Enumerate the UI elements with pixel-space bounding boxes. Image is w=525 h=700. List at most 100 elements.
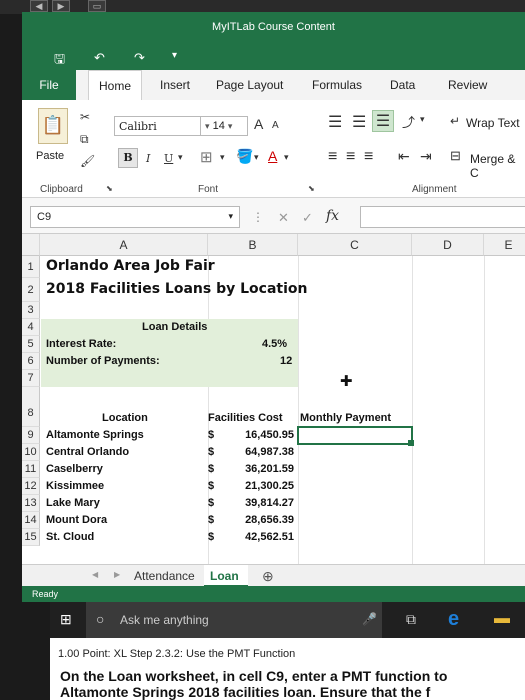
tab-formulas[interactable]: Formulas: [312, 78, 362, 92]
undo-icon[interactable]: ↶: [94, 50, 105, 66]
font-color-dropdown-icon[interactable]: ▾: [284, 152, 289, 163]
cost-cell[interactable]: 21,300.25: [234, 480, 294, 492]
cost-cell[interactable]: 64,987.38: [234, 446, 294, 458]
enter-check-icon[interactable]: ✓: [302, 210, 313, 226]
save-icon[interactable]: 🖫: [54, 50, 65, 72]
row-header-11[interactable]: 11: [22, 461, 40, 478]
tab-home[interactable]: Home: [88, 70, 143, 100]
cost-cell[interactable]: 28,656.39: [234, 514, 294, 526]
row-header-13[interactable]: 13: [22, 495, 40, 512]
forward-arrow-icon[interactable]: ▶: [52, 0, 70, 12]
payments-value[interactable]: 12: [280, 355, 292, 367]
row-header-15[interactable]: 15: [22, 529, 40, 546]
copy-icon[interactable]: ⧉: [80, 132, 89, 147]
tab-file[interactable]: File: [22, 70, 76, 100]
column-header-d[interactable]: D: [412, 234, 484, 256]
location-cell[interactable]: Mount Dora: [46, 514, 107, 526]
location-cell[interactable]: Kissimmee: [46, 480, 104, 492]
cortana-search-box[interactable]: ○ Ask me anything 🎤: [86, 602, 382, 638]
row-header-4[interactable]: 4: [22, 319, 40, 336]
location-cell[interactable]: Caselberry: [46, 463, 103, 475]
sheet-tab-loan[interactable]: Loan: [204, 565, 248, 587]
name-box-dropdown-icon[interactable]: ▾: [228, 211, 233, 222]
increase-indent-icon[interactable]: ⇥: [420, 148, 432, 165]
header-facilities-cost[interactable]: Facilities Cost: [208, 412, 283, 424]
select-all-corner[interactable]: [22, 234, 40, 256]
row-header-10[interactable]: 10: [22, 444, 40, 461]
cost-cell[interactable]: 36,201.59: [234, 463, 294, 475]
align-bottom-icon[interactable]: ☰: [372, 110, 394, 132]
location-cell[interactable]: St. Cloud: [46, 531, 94, 543]
row-header-12[interactable]: 12: [22, 478, 40, 495]
font-size-box[interactable]: ▾ 14 ▾: [200, 116, 248, 136]
location-cell[interactable]: Lake Mary: [46, 497, 100, 509]
wrap-text-icon[interactable]: ↵: [450, 114, 460, 128]
underline-dropdown-icon[interactable]: ▾: [178, 152, 183, 163]
prev-sheet-icon[interactable]: ◀: [92, 570, 98, 579]
merge-center-icon[interactable]: ⊟: [450, 148, 461, 164]
header-location[interactable]: Location: [102, 412, 148, 424]
font-color-icon[interactable]: A: [268, 148, 277, 164]
add-sheet-icon[interactable]: ⊕: [262, 568, 274, 585]
window-tile-icon[interactable]: ▭: [88, 0, 106, 12]
orientation-icon[interactable]: ⤴: [402, 112, 415, 131]
column-header-c[interactable]: C: [298, 234, 412, 256]
wrap-text-label[interactable]: Wrap Text: [466, 116, 520, 130]
windows-start-icon[interactable]: ⊞: [60, 611, 72, 628]
tab-insert[interactable]: Insert: [160, 78, 190, 92]
tab-page-layout[interactable]: Page Layout: [216, 78, 283, 92]
column-header-a[interactable]: A: [40, 234, 208, 256]
next-sheet-icon[interactable]: ▶: [114, 570, 120, 579]
header-monthly-payment[interactable]: Monthly Payment: [300, 412, 391, 424]
location-cell[interactable]: Altamonte Springs: [46, 429, 144, 441]
sheet-tab-attendance[interactable]: Attendance: [134, 569, 195, 583]
cost-cell[interactable]: 42,562.51: [234, 531, 294, 543]
underline-button[interactable]: U: [164, 152, 173, 165]
microphone-icon[interactable]: 🎤: [362, 612, 377, 626]
row-header-7[interactable]: 7: [22, 370, 40, 387]
align-right-icon[interactable]: ≡: [364, 148, 373, 166]
row-header-5[interactable]: 5: [22, 336, 40, 353]
task-view-icon[interactable]: ⧉: [406, 611, 416, 628]
decrease-indent-icon[interactable]: ⇤: [398, 148, 410, 165]
italic-button[interactable]: I: [146, 152, 150, 165]
column-header-b[interactable]: B: [208, 234, 298, 256]
borders-dropdown-icon[interactable]: ▾: [220, 152, 225, 163]
fill-color-icon[interactable]: 🪣: [236, 148, 253, 165]
edge-browser-icon[interactable]: e: [448, 608, 459, 631]
redo-icon[interactable]: ↷: [134, 50, 145, 66]
column-header-e[interactable]: E: [484, 234, 525, 256]
insert-function-icon[interactable]: fx: [326, 208, 339, 224]
align-center-icon[interactable]: ≡: [346, 148, 355, 166]
borders-icon[interactable]: ⊞: [200, 148, 213, 166]
row-header-9[interactable]: 9: [22, 427, 40, 444]
cost-cell[interactable]: 16,450.95: [234, 429, 294, 441]
cancel-x-icon[interactable]: ✕: [278, 210, 289, 226]
format-painter-icon[interactable]: 🖌: [80, 154, 95, 168]
interest-rate-label[interactable]: Interest Rate:: [46, 338, 116, 350]
tab-review[interactable]: Review: [448, 78, 487, 92]
interest-rate-value[interactable]: 4.5%: [262, 338, 287, 350]
row-header-1[interactable]: 1: [22, 256, 40, 278]
row-header-6[interactable]: 6: [22, 353, 40, 370]
location-cell[interactable]: Central Orlando: [46, 446, 129, 458]
font-launcher-icon[interactable]: ⬊: [308, 184, 315, 193]
row-header-3[interactable]: 3: [22, 302, 40, 319]
fill-dropdown-icon[interactable]: ▾: [254, 152, 259, 163]
back-arrow-icon[interactable]: ◀: [30, 0, 48, 12]
row-header-8[interactable]: 8: [22, 387, 40, 427]
formula-input[interactable]: [360, 206, 525, 228]
paste-clipboard-icon[interactable]: 📋: [38, 108, 68, 144]
align-left-icon[interactable]: ≡: [328, 148, 337, 166]
sheet-title-2[interactable]: 2018 Facilities Loans by Location: [46, 281, 307, 297]
tab-data[interactable]: Data: [390, 78, 415, 92]
loan-details-header[interactable]: Loan Details: [142, 321, 207, 333]
align-top-icon[interactable]: ☰: [328, 112, 342, 132]
increase-font-icon[interactable]: A: [254, 116, 263, 132]
selected-cell-c9[interactable]: [297, 426, 413, 445]
clipboard-launcher-icon[interactable]: ⬊: [106, 184, 113, 193]
file-explorer-icon[interactable]: ▬: [494, 610, 510, 628]
payments-label[interactable]: Number of Payments:: [46, 355, 160, 367]
row-header-2[interactable]: 2: [22, 278, 40, 302]
row-header-14[interactable]: 14: [22, 512, 40, 529]
